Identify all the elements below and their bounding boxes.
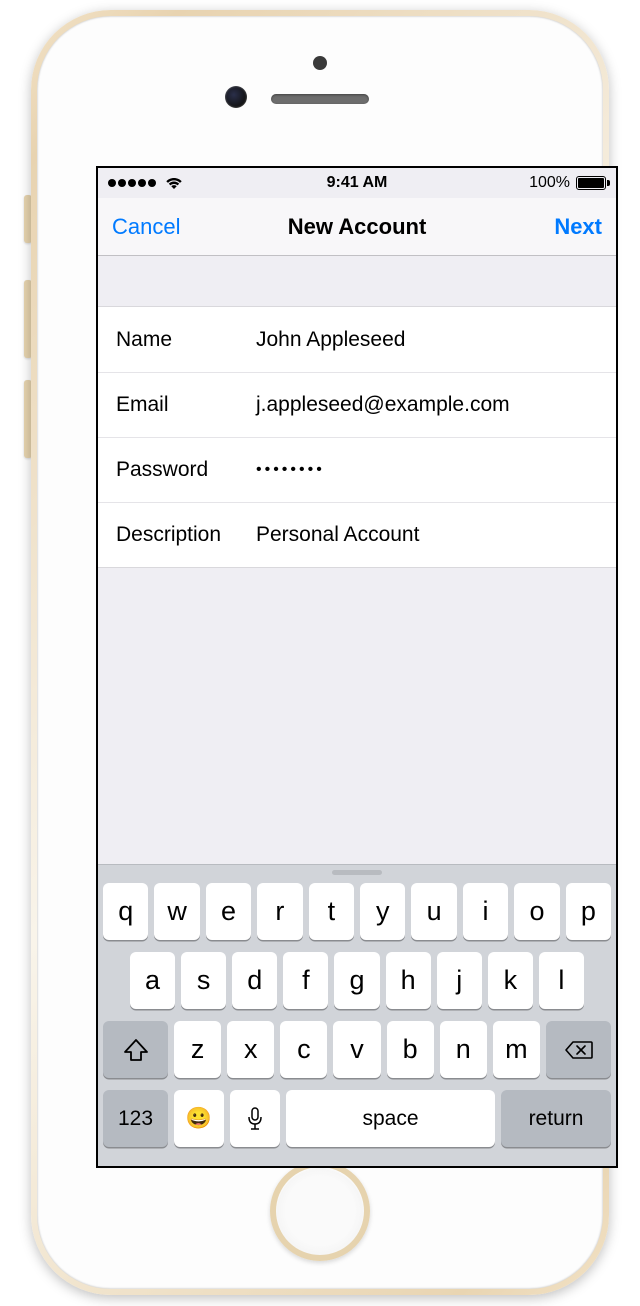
email-field[interactable]: j.appleseed@example.com [256, 393, 598, 417]
key-r[interactable]: r [257, 883, 302, 940]
key-v[interactable]: v [333, 1021, 380, 1078]
description-label: Description [116, 523, 256, 547]
key-f[interactable]: f [283, 952, 328, 1009]
password-row[interactable]: Password •••••••• [98, 437, 616, 502]
key-a[interactable]: a [130, 952, 175, 1009]
keyboard: qwertyuiop asdfghjkl zxcvbnm 123 😀 [98, 864, 616, 1166]
key-c[interactable]: c [280, 1021, 327, 1078]
battery-icon [576, 176, 606, 190]
phone-frame: 9:41 AM 100% Cancel New Account Next Nam… [31, 10, 609, 1295]
number-mode-key[interactable]: 123 [103, 1090, 168, 1147]
key-d[interactable]: d [232, 952, 277, 1009]
key-s[interactable]: s [181, 952, 226, 1009]
backspace-key[interactable] [546, 1021, 611, 1078]
key-i[interactable]: i [463, 883, 508, 940]
name-label: Name [116, 328, 256, 352]
battery-percentage: 100% [529, 174, 570, 192]
key-n[interactable]: n [440, 1021, 487, 1078]
emoji-key[interactable]: 😀 [174, 1090, 224, 1147]
key-l[interactable]: l [539, 952, 584, 1009]
description-row[interactable]: Description Personal Account [98, 502, 616, 567]
key-b[interactable]: b [387, 1021, 434, 1078]
return-key[interactable]: return [501, 1090, 611, 1147]
key-q[interactable]: q [103, 883, 148, 940]
key-e[interactable]: e [206, 883, 251, 940]
description-field[interactable]: Personal Account [256, 523, 598, 547]
screen: 9:41 AM 100% Cancel New Account Next Nam… [96, 166, 618, 1168]
key-y[interactable]: y [360, 883, 405, 940]
key-w[interactable]: w [154, 883, 199, 940]
navigation-bar: Cancel New Account Next [98, 198, 616, 256]
key-k[interactable]: k [488, 952, 533, 1009]
status-bar: 9:41 AM 100% [98, 168, 616, 198]
key-o[interactable]: o [514, 883, 559, 940]
next-button[interactable]: Next [554, 214, 602, 240]
key-m[interactable]: m [493, 1021, 540, 1078]
wifi-icon [164, 176, 184, 190]
key-p[interactable]: p [566, 883, 611, 940]
key-z[interactable]: z [174, 1021, 221, 1078]
email-row[interactable]: Email j.appleseed@example.com [98, 372, 616, 437]
space-key[interactable]: space [286, 1090, 495, 1147]
cancel-button[interactable]: Cancel [112, 214, 180, 240]
keyboard-handle[interactable] [332, 870, 382, 875]
proximity-sensor [313, 56, 327, 70]
key-h[interactable]: h [386, 952, 431, 1009]
dictation-key[interactable] [230, 1090, 280, 1147]
email-label: Email [116, 393, 256, 417]
name-row[interactable]: Name John Appleseed [98, 307, 616, 372]
key-x[interactable]: x [227, 1021, 274, 1078]
home-button[interactable] [270, 1161, 370, 1261]
key-g[interactable]: g [334, 952, 379, 1009]
key-t[interactable]: t [309, 883, 354, 940]
password-field[interactable]: •••••••• [256, 461, 598, 479]
key-u[interactable]: u [411, 883, 456, 940]
earpiece-speaker [271, 94, 369, 104]
front-camera [225, 86, 247, 108]
password-label: Password [116, 458, 256, 482]
cellular-signal-icon [108, 174, 158, 192]
name-field[interactable]: John Appleseed [256, 328, 598, 352]
shift-key[interactable] [103, 1021, 168, 1078]
key-j[interactable]: j [437, 952, 482, 1009]
account-form: Name John Appleseed Email j.appleseed@ex… [98, 306, 616, 568]
